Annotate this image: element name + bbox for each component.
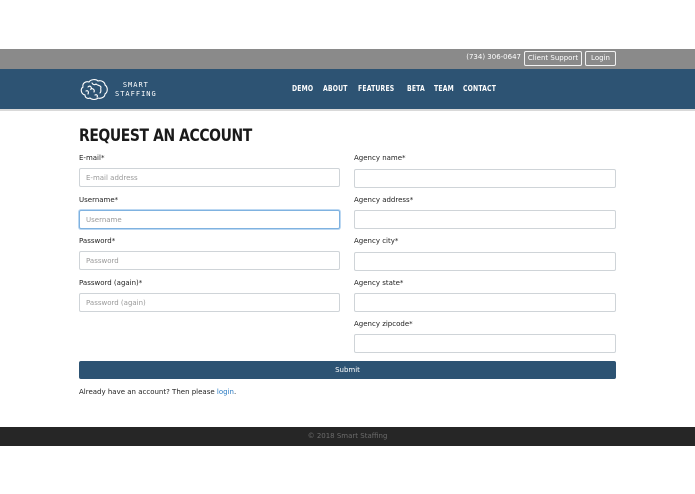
nav-menu: DEMO ABOUT FEATURES BETA TEAM CONTACT — [292, 84, 502, 93]
username-label: Username* — [79, 196, 119, 204]
nav-demo[interactable]: DEMO — [292, 84, 313, 93]
nav-about[interactable]: ABOUT — [323, 84, 348, 93]
brand-logo[interactable]: SMART STAFFING — [79, 78, 156, 102]
brand-name: SMART STAFFING — [115, 81, 157, 99]
footer-copyright: © 2018 Smart Staffing — [307, 432, 388, 440]
login-prompt-text: Already have an account? Then please — [79, 388, 217, 396]
page-title: REQUEST AN ACCOUNT — [79, 126, 252, 146]
login-button[interactable]: Login — [585, 51, 616, 66]
login-prompt: Already have an account? Then please log… — [79, 388, 236, 396]
login-prompt-end: . — [233, 388, 237, 396]
agency-city-label: Agency city* — [354, 237, 399, 245]
password-label: Password* — [79, 237, 116, 245]
password-again-label: Password (again)* — [79, 279, 143, 287]
email-label: E-mail* — [79, 154, 105, 162]
agency-state-label: Agency state* — [354, 279, 404, 287]
phone-number: (734) 306-0647 — [466, 53, 521, 61]
brand-line-1: SMART — [122, 81, 149, 89]
nav-beta[interactable]: BETA — [407, 84, 425, 93]
brand-line-2: STAFFING — [115, 90, 157, 98]
agency-city-field[interactable] — [354, 252, 616, 271]
brain-icon — [80, 79, 108, 101]
top-utility-bar: (734) 306-0647 Client Support Login — [0, 49, 695, 69]
agency-name-field[interactable] — [354, 169, 616, 188]
password-again-field[interactable] — [79, 293, 340, 312]
agency-name-label: Agency name* — [354, 154, 406, 162]
nav-team[interactable]: TEAM — [434, 84, 454, 93]
footer: © 2018 Smart Staffing — [0, 427, 695, 446]
password-field[interactable] — [79, 251, 340, 270]
agency-zipcode-label: Agency zipcode* — [354, 320, 413, 328]
agency-address-label: Agency address* — [354, 196, 414, 204]
submit-button[interactable]: Submit — [79, 361, 616, 379]
username-field[interactable] — [79, 210, 340, 229]
login-link[interactable]: login — [217, 388, 234, 396]
agency-address-field[interactable] — [354, 210, 616, 229]
main-navbar: SMART STAFFING DEMO ABOUT FEATURES BETA … — [0, 69, 695, 111]
nav-contact[interactable]: CONTACT — [463, 84, 496, 93]
client-support-button[interactable]: Client Support — [524, 51, 582, 66]
agency-state-field[interactable] — [354, 293, 616, 312]
email-field[interactable] — [79, 168, 340, 187]
agency-zipcode-field[interactable] — [354, 334, 616, 353]
nav-features[interactable]: FEATURES — [358, 84, 394, 93]
